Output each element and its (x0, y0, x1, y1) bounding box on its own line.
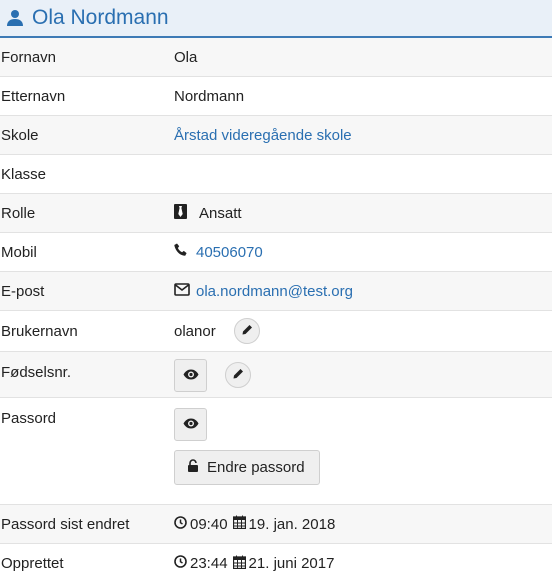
field-label: Skole (1, 126, 39, 144)
envelope-icon (174, 282, 190, 300)
phone-link[interactable]: 40506070 (196, 244, 263, 261)
row-etternavn: Etternavn Nordmann (0, 77, 552, 116)
eye-icon (183, 367, 199, 384)
clock-icon (174, 555, 187, 572)
eye-icon (183, 416, 199, 433)
show-fodselsnr-button[interactable] (174, 358, 207, 392)
field-label: E-post (1, 282, 45, 300)
username-value: olanor (174, 322, 216, 340)
row-klasse: Klasse (0, 155, 552, 194)
created-date: 21. juni 2017 (248, 555, 335, 572)
row-mobil: Mobil 40506070 (0, 233, 552, 272)
field-label: Passord sist endret (1, 515, 130, 533)
row-fornavn: Fornavn Ola (0, 38, 552, 77)
row-passord-endret: Passord sist endret 09:40 19. jan. 2018 (0, 505, 552, 544)
change-password-label: Endre passord (207, 459, 305, 476)
page-title: Ola Nordmann (32, 6, 169, 29)
edit-username-button[interactable] (233, 318, 260, 344)
field-label: Mobil (1, 243, 37, 261)
field-label: Passord (1, 410, 57, 427)
necktie-icon (174, 203, 187, 223)
field-label: Fornavn (1, 48, 57, 66)
row-passord: Passord Endre passord (0, 398, 552, 505)
row-fodselsnr: Fødselsnr. (0, 352, 552, 398)
pencil-icon (241, 323, 253, 340)
created-time: 23:44 (190, 555, 228, 572)
changed-time: 09:40 (190, 515, 228, 533)
field-label: Fødselsnr. (1, 364, 72, 381)
row-opprettet: Opprettet 23:44 21. juni 2017 (0, 544, 552, 583)
row-rolle: Rolle Ansatt (0, 194, 552, 233)
profile-header: Ola Nordmann (0, 0, 552, 38)
profile-table: Fornavn Ola Etternavn Nordmann Skole Års… (0, 38, 552, 583)
changed-date: 19. jan. 2018 (248, 515, 336, 533)
field-label: Etternavn (1, 87, 66, 105)
phone-icon (174, 243, 188, 261)
row-brukernavn: Brukernavn olanor (0, 311, 552, 352)
calendar-icon (232, 515, 246, 533)
user-icon (6, 9, 24, 27)
calendar-icon (232, 555, 246, 573)
email-link[interactable]: ola.nordmann@test.org (196, 283, 353, 300)
show-password-button[interactable] (174, 408, 207, 441)
row-epost: E-post ola.nordmann@test.org (0, 272, 552, 311)
edit-fodselsnr-button[interactable] (225, 362, 251, 388)
field-label: Brukernavn (1, 322, 78, 340)
field-label: Klasse (1, 165, 47, 183)
role-value: Ansatt (199, 204, 242, 222)
change-password-button[interactable]: Endre passord (174, 450, 320, 485)
field-value: Nordmann (174, 87, 245, 105)
field-label: Opprettet (1, 555, 64, 572)
unlock-icon (187, 458, 199, 477)
row-skole: Skole Årstad videregående skole (0, 116, 552, 155)
school-link[interactable]: Årstad videregående skole (174, 127, 352, 144)
pencil-icon (232, 367, 244, 384)
clock-icon (174, 515, 187, 533)
field-value: Ola (174, 48, 198, 66)
field-label: Rolle (1, 204, 36, 222)
